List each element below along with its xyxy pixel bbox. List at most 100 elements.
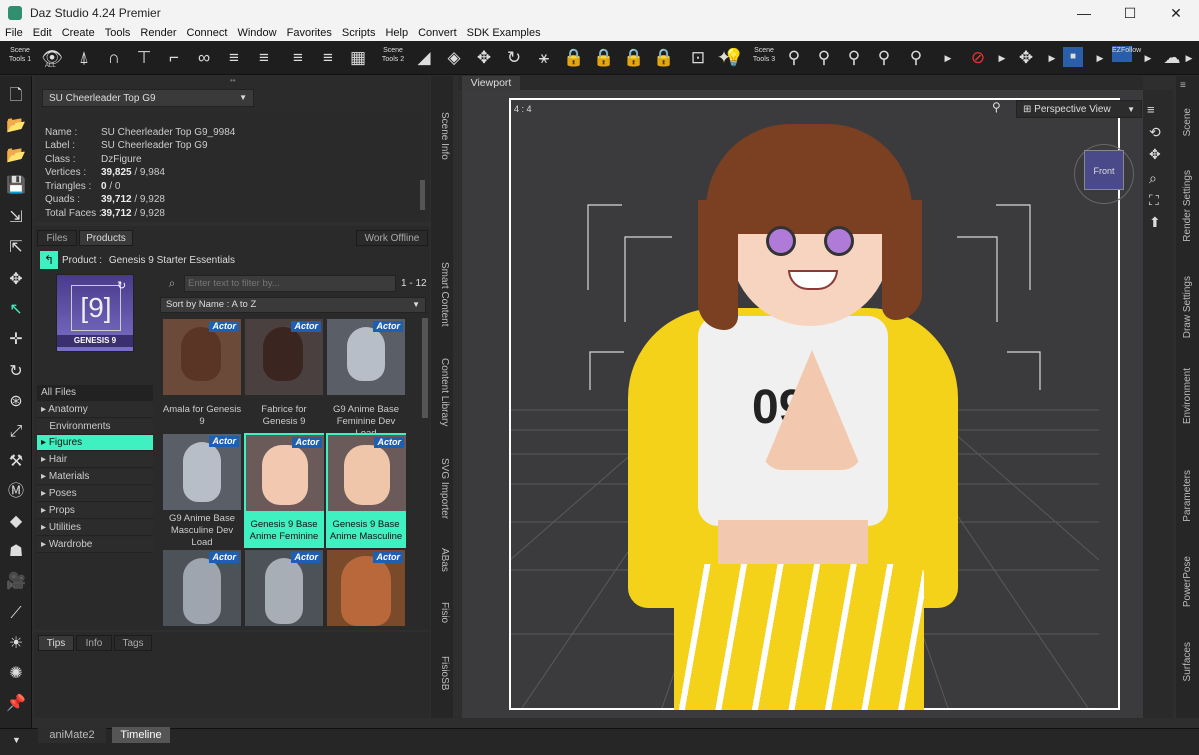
category-figures[interactable]: ▸ Figures [37, 435, 153, 451]
move-figure-icon[interactable]: ✥ [472, 45, 496, 71]
back-arrow-icon[interactable]: ↰ [40, 251, 58, 269]
scene-tools-3-button[interactable]: Scene Tools 3 [752, 46, 776, 70]
side-tab-scene[interactable]: Scene [1182, 108, 1196, 136]
orbit-tool-icon[interactable]: ⊛ [4, 390, 28, 414]
lock-icon[interactable]: 🔒 [562, 45, 586, 71]
tab-tips[interactable]: Tips [38, 635, 74, 651]
category-poses[interactable]: ▸ Poses [37, 486, 153, 502]
product-tile-base-3[interactable]: Actor [327, 550, 405, 626]
pan-camera-icon[interactable]: ✥ [1149, 146, 1161, 163]
pose-icon[interactable]: ⚹ [532, 45, 556, 71]
menu-sdk-examples[interactable]: SDK Examples [462, 26, 546, 41]
open-folder-icon[interactable]: 📂 [4, 114, 28, 138]
expand-arrow-3-icon[interactable]: ▶ [1040, 45, 1064, 71]
list-indent-alt-icon[interactable]: ≡ [316, 45, 340, 71]
side-tab-svg-importer[interactable]: SVG Importer [434, 458, 450, 519]
menu-render[interactable]: Render [135, 26, 181, 41]
tab-viewport[interactable]: Viewport [462, 76, 520, 90]
point-light-icon[interactable]: ✺ [4, 662, 28, 686]
side-tab-content-library[interactable]: Content Library [434, 358, 450, 426]
scene-info-scrollbar[interactable] [420, 180, 425, 210]
scene-tools-1-button[interactable]: Scene Tools 1 [8, 46, 32, 70]
product-tile-g9-anime-feminine[interactable]: Actor [246, 435, 324, 511]
ezfollow-button[interactable]: EZFollow [1112, 46, 1141, 62]
product-tile-base-2[interactable]: Actor [245, 550, 323, 626]
tab-tags[interactable]: Tags [114, 635, 152, 651]
expand-arrow-icon[interactable]: ▶ [936, 45, 960, 71]
translate-tool-icon[interactable]: ✛ [4, 328, 28, 352]
universal-move-icon[interactable]: ✥ [1014, 45, 1038, 71]
product-tile-fabrice[interactable]: Actor [245, 319, 323, 395]
list-icon[interactable]: ≡ [222, 45, 246, 71]
category-environments[interactable]: Environments [37, 419, 153, 435]
hair-icon[interactable]: ∩ [102, 45, 126, 71]
universal-tool-icon[interactable]: ✥ [4, 268, 28, 292]
menu-lines-icon[interactable]: ≡ [1147, 102, 1155, 117]
side-tab-powerpose[interactable]: PowerPose [1182, 556, 1196, 607]
product-tile-amala[interactable]: Actor [163, 319, 241, 395]
save-icon[interactable]: 💾 [4, 174, 28, 198]
pose-c-icon[interactable]: ⚲ [842, 45, 866, 71]
filter-input[interactable] [184, 275, 396, 292]
spot-light-icon[interactable]: ⟋ [4, 602, 28, 626]
tab-animate2[interactable]: aniMate2 [38, 727, 106, 743]
side-tab-fisiosb[interactable]: FisioSB [434, 656, 450, 690]
side-tab-abas[interactable]: ABas [434, 548, 450, 572]
side-tab-smart-content[interactable]: Smart Content [434, 262, 450, 326]
product-tile-base-1[interactable]: Actor [163, 550, 241, 626]
category-hair[interactable]: ▸ Hair [37, 452, 153, 468]
expand-arrow-4-icon[interactable]: ▶ [1088, 45, 1112, 71]
side-tab-draw-settings[interactable]: Draw Settings [1182, 276, 1196, 338]
pose-e-icon[interactable]: ⚲ [904, 45, 928, 71]
close-button[interactable]: ✕ [1153, 0, 1199, 26]
lock-figure-icon[interactable]: 🔒 [622, 45, 646, 71]
product-tile-g9-anime-feminine-dev[interactable]: Actor [327, 319, 405, 395]
category-all-files[interactable]: All Files [37, 385, 153, 401]
refresh-icon[interactable]: ↻ [117, 279, 126, 292]
perspective-view-select[interactable]: ⊞ Perspective View ▼ [1016, 100, 1142, 118]
tab-products[interactable]: Products [79, 230, 133, 246]
list-alt-icon[interactable]: ≡ [252, 45, 276, 71]
category-wardrobe[interactable]: ▸ Wardrobe [37, 537, 153, 553]
no-figure-icon[interactable]: ⊘ [966, 45, 990, 71]
reset-camera-icon[interactable]: ⬆ [1149, 214, 1161, 231]
category-anatomy[interactable]: ▸ Anatomy [37, 402, 153, 418]
select-tool-icon[interactable]: ↖ [4, 298, 28, 322]
menu-favorites[interactable]: Favorites [282, 26, 337, 41]
scene-node-select[interactable]: SU Cheerleader Top G9 ▼ [42, 89, 254, 107]
menu-connect[interactable]: Connect [182, 26, 233, 41]
node-weight-icon[interactable]: Ⓜ [4, 480, 28, 504]
side-tab-fisio[interactable]: Fisio [434, 602, 450, 623]
side-tab-scene-info[interactable]: Scene Info [434, 112, 450, 160]
maximize-button[interactable]: ☐ [1107, 0, 1153, 26]
category-utilities[interactable]: ▸ Utilities [37, 520, 153, 536]
menu-scripts[interactable]: Scripts [337, 26, 381, 41]
menu-help[interactable]: Help [380, 26, 413, 41]
menu-tools[interactable]: Tools [100, 26, 136, 41]
list-indent-icon[interactable]: ≡ [286, 45, 310, 71]
product-tile-g9-anime-masculine[interactable]: Actor [328, 435, 406, 511]
minimize-button[interactable]: — [1061, 0, 1107, 26]
product-tile-g9-anime-masculine-dev[interactable]: Actor [163, 434, 241, 510]
surface-tool-icon[interactable]: ◆ [4, 510, 28, 534]
menu-convert[interactable]: Convert [413, 26, 462, 41]
bulb-icon[interactable]: 💡 [722, 45, 746, 71]
pose-d-icon[interactable]: ⚲ [872, 45, 896, 71]
expand-arrow-6-icon[interactable]: ▶ [1182, 45, 1196, 71]
category-props[interactable]: ▸ Props [37, 503, 153, 519]
eraser-icon[interactable]: ◈ [442, 45, 466, 71]
orbit-camera-icon[interactable]: ⟲ [1149, 124, 1161, 141]
menu-window[interactable]: Window [232, 26, 281, 41]
pin-tool-icon[interactable]: 📌 [4, 692, 28, 716]
work-offline-button[interactable]: Work Offline [356, 230, 428, 246]
tab-timeline[interactable]: Timeline [112, 727, 170, 743]
sort-select[interactable]: Sort by Name : A to Z ▼ [160, 297, 426, 313]
camera-select-icon[interactable]: ⚲ [992, 100, 1001, 114]
scene-tools-2-button[interactable]: Scene Tools 2 [381, 46, 405, 70]
light-off-icon[interactable]: ◢ [412, 45, 436, 71]
lock-alt-icon[interactable]: 🔒 [592, 45, 616, 71]
expand-arrow-5-icon[interactable]: ▶ [1136, 45, 1160, 71]
figure-tool-icon[interactable]: ☗ [4, 540, 28, 564]
content-scrollbar[interactable] [422, 318, 428, 418]
merge-icon[interactable]: 📂 [4, 144, 28, 168]
